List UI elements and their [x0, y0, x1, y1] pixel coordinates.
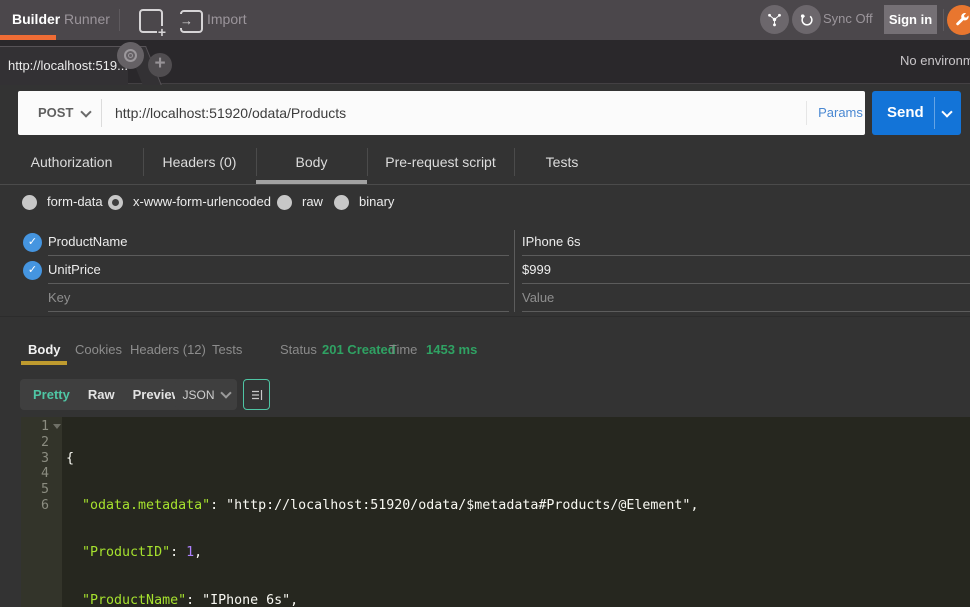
- code-line: "odata.metadata": "http://localhost:5192…: [66, 498, 970, 514]
- send-label: Send: [887, 91, 924, 135]
- form-value-input[interactable]: IPhone 6s: [522, 228, 970, 256]
- form-value-input[interactable]: $999: [522, 256, 970, 284]
- line-number: 1: [21, 419, 49, 435]
- tab-pre-request-script[interactable]: Pre-request script: [367, 140, 514, 184]
- new-tab-button[interactable]: +: [148, 53, 172, 77]
- sync-orbit-glyph: [798, 11, 816, 29]
- interceptor-icon[interactable]: [760, 5, 789, 34]
- import-button[interactable]: Import: [207, 0, 247, 40]
- radio-selected-icon[interactable]: [108, 195, 123, 210]
- radio-icon[interactable]: [277, 195, 292, 210]
- settings-wrench-icon[interactable]: [947, 5, 970, 35]
- wrap-lines-glyph: [251, 389, 263, 401]
- tab-authorization[interactable]: Authorization: [0, 140, 143, 184]
- body-mode-label: binary: [359, 194, 394, 210]
- code-line: {: [66, 451, 970, 467]
- view-pretty-button[interactable]: Pretty: [24, 379, 79, 410]
- line-number: 3: [21, 451, 49, 467]
- tab-tests[interactable]: Tests: [514, 140, 610, 184]
- response-body-editor[interactable]: 1 2 3 4 5 6 { "odata.metadata": "http://…: [21, 417, 970, 607]
- view-raw-button[interactable]: Raw: [79, 379, 124, 410]
- topbar-divider: [119, 9, 120, 31]
- row-enabled-checkbox[interactable]: [23, 261, 42, 280]
- topbar-divider: [943, 9, 944, 31]
- new-collection-icon[interactable]: [139, 9, 163, 33]
- body-mode-label: form-data: [47, 194, 103, 210]
- tab-body[interactable]: Body: [256, 140, 367, 184]
- body-mode-x-www-form-urlencoded[interactable]: x-www-form-urlencoded: [108, 194, 271, 210]
- send-split-divider: [934, 97, 935, 129]
- network-hub-glyph: [766, 11, 783, 28]
- nav-runner[interactable]: Runner: [64, 0, 110, 40]
- signin-button[interactable]: Sign in: [884, 5, 937, 34]
- concentric-rings-glyph: [124, 49, 137, 62]
- line-number: 5: [21, 482, 49, 498]
- response-tab-tests[interactable]: Tests: [212, 335, 242, 365]
- time-label: Time: [389, 335, 417, 365]
- editor-gutter: 1 2 3 4 5 6: [21, 417, 62, 607]
- url-bar: POST http://localhost:51920/odata/Produc…: [18, 91, 865, 135]
- body-mode-form-data[interactable]: form-data: [22, 194, 103, 210]
- request-tab-title: http://localhost:519...: [0, 47, 128, 85]
- nav-builder-label: Builder: [12, 11, 60, 27]
- response-tab-cookies[interactable]: Cookies: [75, 335, 122, 365]
- line-number: 4: [21, 466, 49, 482]
- chevron-down-icon[interactable]: [941, 106, 952, 117]
- response-section-separator: [0, 316, 970, 317]
- response-view-toggle: Pretty Raw Preview: [20, 379, 195, 410]
- sync-status-label: Sync Off: [823, 0, 873, 40]
- line-number: 2: [21, 435, 49, 451]
- tab-headers[interactable]: Headers (0): [143, 140, 256, 184]
- body-mode-label: raw: [302, 194, 323, 210]
- status-label: Status: [280, 335, 317, 365]
- request-tab[interactable]: http://localhost:519...: [0, 46, 128, 85]
- status-badge: 201 Created: [322, 335, 396, 365]
- form-key-input[interactable]: UnitPrice: [48, 256, 509, 284]
- topbar: Builder Runner Import Sync Off Sign in: [0, 0, 970, 40]
- language-dropdown-label: JSON: [182, 388, 214, 402]
- key-value-column-divider: [514, 230, 515, 312]
- row-enabled-checkbox[interactable]: [23, 233, 42, 252]
- form-key-input-empty[interactable]: Key: [48, 284, 509, 312]
- response-tab-headers[interactable]: Headers (12): [130, 335, 206, 365]
- params-divider: [806, 101, 807, 125]
- import-icon[interactable]: [180, 10, 203, 33]
- code-line: "ProductID": 1,: [66, 545, 970, 561]
- language-dropdown[interactable]: JSON: [175, 379, 237, 410]
- fold-toggle-icon[interactable]: [53, 424, 61, 429]
- postman-window: Builder Runner Import Sync Off Sign in: [0, 0, 970, 607]
- body-mode-raw[interactable]: raw: [277, 194, 323, 210]
- radio-icon[interactable]: [334, 195, 349, 210]
- send-button[interactable]: Send: [872, 91, 961, 135]
- request-editor-tabs: Authorization Headers (0) Body Pre-reque…: [0, 140, 970, 185]
- wrap-text-button[interactable]: [243, 379, 270, 410]
- form-key-input[interactable]: ProductName: [48, 228, 509, 256]
- radio-icon[interactable]: [22, 195, 37, 210]
- response-body-active-underline: [21, 361, 67, 365]
- params-button[interactable]: Params: [816, 91, 865, 135]
- chevron-down-icon: [80, 106, 91, 117]
- chevron-down-icon: [220, 387, 231, 398]
- time-value: 1453 ms: [426, 335, 477, 365]
- method-selector[interactable]: POST: [38, 91, 73, 135]
- wrench-glyph: [954, 12, 970, 28]
- nav-runner-label: Runner: [64, 11, 110, 27]
- form-value-input-empty[interactable]: Value: [522, 284, 970, 312]
- line-number: 6: [21, 498, 49, 514]
- editor-code-area[interactable]: { "odata.metadata": "http://localhost:51…: [62, 417, 970, 607]
- nav-builder[interactable]: Builder: [12, 0, 60, 40]
- url-bar-divider: [101, 99, 102, 127]
- environment-selector[interactable]: No environment: [900, 40, 970, 84]
- url-input[interactable]: http://localhost:51920/odata/Products: [115, 91, 346, 135]
- code-line: "ProductName": "IPhone 6s",: [66, 593, 970, 607]
- sync-icon[interactable]: [792, 5, 821, 34]
- body-mode-binary[interactable]: binary: [334, 194, 394, 210]
- tab-status-icon: [117, 42, 144, 69]
- body-mode-label: x-www-form-urlencoded: [133, 194, 271, 210]
- request-tabstrip: http://localhost:519... + No environment: [0, 40, 970, 84]
